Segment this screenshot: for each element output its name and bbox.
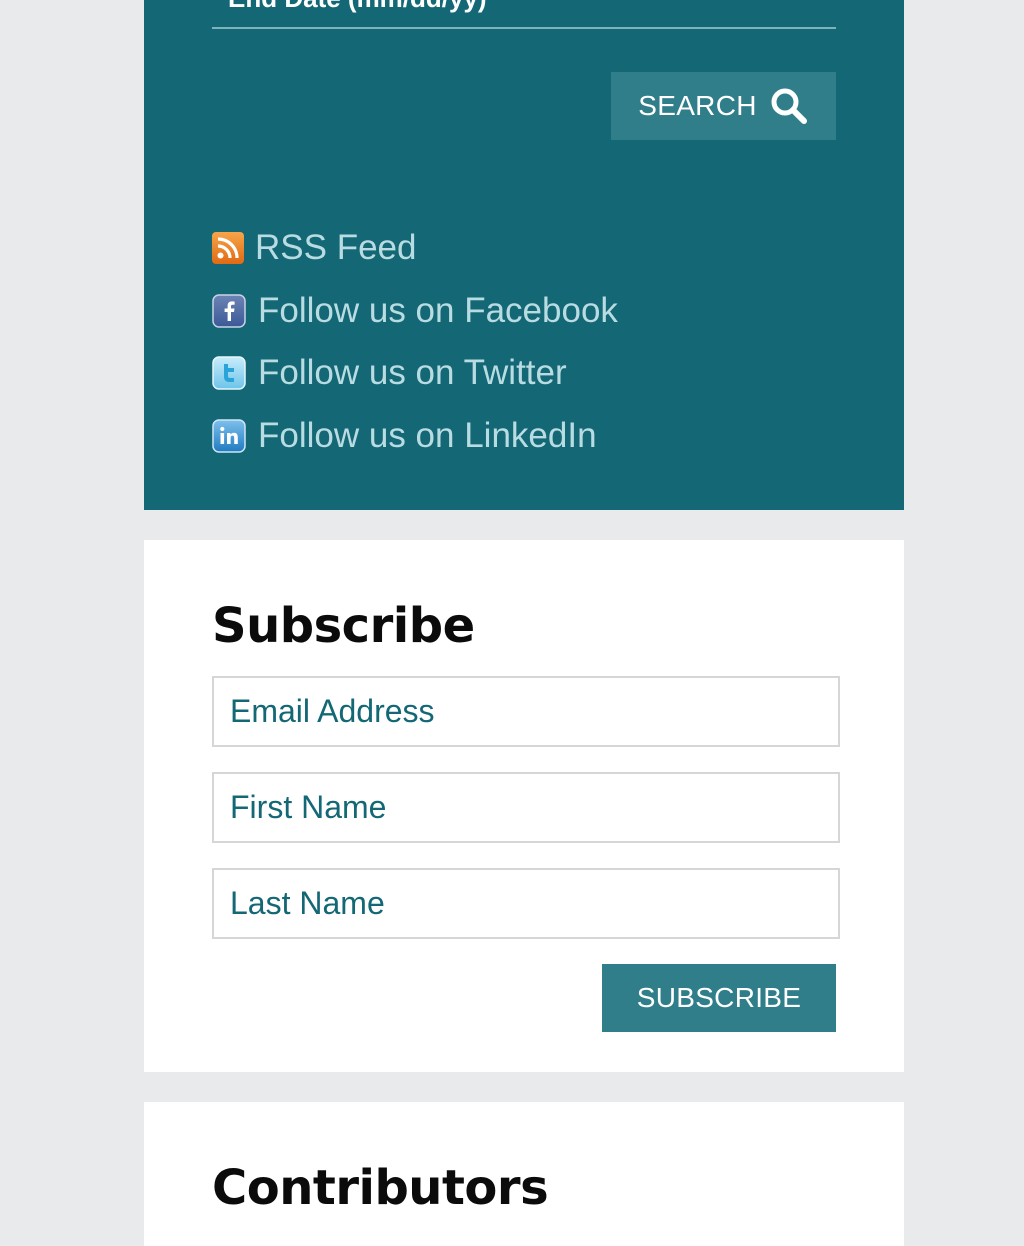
facebook-icon: [212, 294, 246, 328]
rss-feed-link[interactable]: RSS Feed: [212, 228, 416, 268]
linkedin-link[interactable]: Follow us on LinkedIn: [212, 416, 597, 456]
twitter-icon: [212, 356, 246, 390]
social-link-facebook[interactable]: Follow us on Facebook: [212, 280, 618, 343]
end-date-field[interactable]: [212, 0, 836, 29]
subscribe-title: Subscribe: [212, 598, 475, 654]
social-links-list: RSS Feed Follow us on Facebook Follow us…: [212, 217, 618, 467]
end-date-input[interactable]: [228, 0, 828, 18]
search-panel: SEARCH: [144, 0, 904, 510]
linkedin-link-label: Follow us on LinkedIn: [258, 415, 597, 455]
last-name-input[interactable]: [214, 870, 838, 937]
email-field[interactable]: [212, 676, 840, 747]
twitter-link-label: Follow us on Twitter: [258, 353, 567, 393]
search-icon: [769, 86, 809, 126]
search-button-label: SEARCH: [638, 90, 757, 121]
social-link-linkedin[interactable]: Follow us on LinkedIn: [212, 405, 618, 468]
facebook-link[interactable]: Follow us on Facebook: [212, 291, 618, 331]
email-input[interactable]: [214, 678, 838, 745]
social-link-rss[interactable]: RSS Feed: [212, 217, 618, 280]
subscribe-button[interactable]: SUBSCRIBE: [602, 964, 836, 1032]
last-name-field[interactable]: [212, 868, 840, 939]
subscribe-card: Subscribe SUBSCRIBE: [144, 540, 904, 1072]
first-name-field[interactable]: [212, 772, 840, 843]
contributors-title: Contributors: [212, 1160, 549, 1216]
contributors-card: Contributors: [144, 1102, 904, 1246]
social-link-twitter[interactable]: Follow us on Twitter: [212, 342, 618, 405]
search-button[interactable]: SEARCH: [611, 72, 836, 140]
rss-feed-label: RSS Feed: [255, 228, 417, 268]
twitter-link[interactable]: Follow us on Twitter: [212, 353, 567, 393]
rss-icon: [212, 232, 244, 265]
linkedin-icon: [212, 419, 246, 453]
first-name-input[interactable]: [214, 774, 838, 841]
facebook-link-label: Follow us on Facebook: [258, 290, 618, 330]
